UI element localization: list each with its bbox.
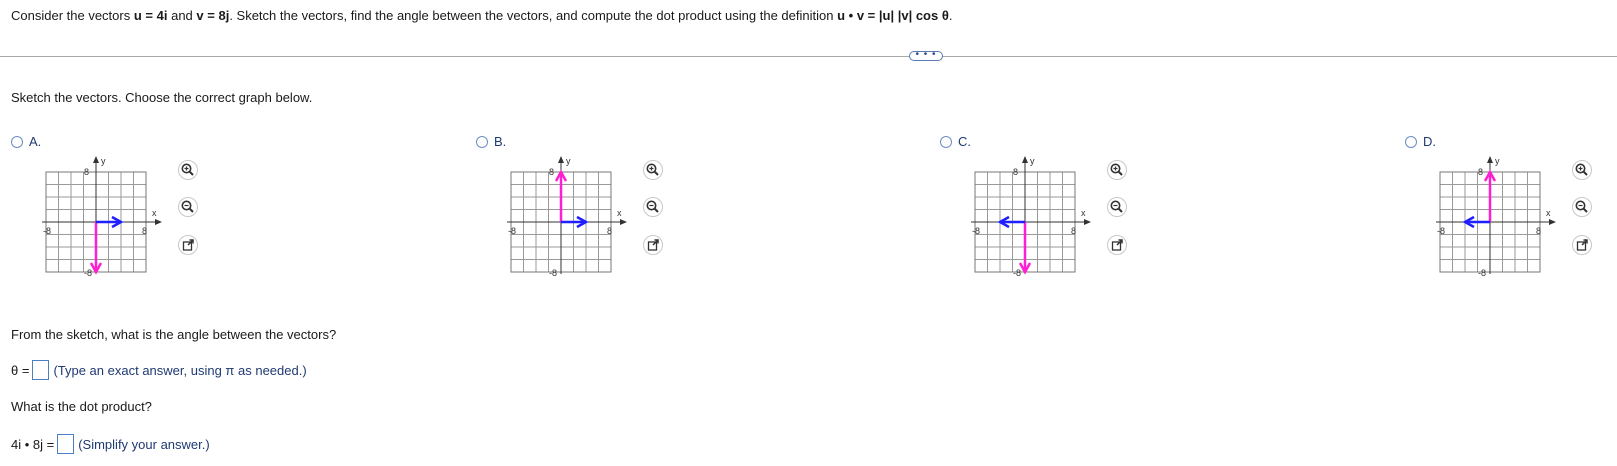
y-tick-neg: -8 xyxy=(549,268,557,278)
dot-answer-row: 4i • 8j = (Simplify your answer.) xyxy=(11,434,210,454)
y-tick-neg: -8 xyxy=(1478,268,1486,278)
y-axis-label: y xyxy=(101,156,106,166)
dot-input[interactable] xyxy=(57,434,75,454)
option-label[interactable]: D. xyxy=(1423,134,1436,149)
zoom-out-icon[interactable] xyxy=(643,197,663,217)
y-tick-pos: 8 xyxy=(549,167,554,177)
option-radio[interactable] xyxy=(476,136,488,148)
x-tick-pos: 8 xyxy=(607,226,612,236)
option-radio[interactable] xyxy=(1405,136,1417,148)
zoom-out-icon[interactable] xyxy=(178,197,198,217)
x-tick-pos: 8 xyxy=(1071,226,1076,236)
angle-question: From the sketch, what is the angle betwe… xyxy=(11,327,337,342)
x-axis-label: x xyxy=(1546,208,1551,218)
y-tick-neg: -8 xyxy=(1013,268,1021,278)
y-tick-pos: 8 xyxy=(1478,167,1483,177)
zoom-in-icon[interactable] xyxy=(1572,160,1592,180)
graph-axes xyxy=(1436,156,1556,274)
y-axis-label: y xyxy=(566,156,571,166)
dot-hint: (Simplify your answer.) xyxy=(78,436,210,452)
x-axis-label: x xyxy=(152,208,157,218)
dot-label: 4i • 8j = xyxy=(11,436,55,452)
theta-input[interactable] xyxy=(32,360,50,380)
question-text: Consider the vectors u = 4i and v = 8j. … xyxy=(11,8,953,23)
theta-answer-row: θ = (Type an exact answer, using π as ne… xyxy=(11,360,307,380)
x-axis-label: x xyxy=(1081,208,1086,218)
option-radio[interactable] xyxy=(940,136,952,148)
option-label[interactable]: C. xyxy=(958,134,971,149)
graph-prompt: Sketch the vectors. Choose the correct g… xyxy=(11,90,313,105)
y-tick-pos: 8 xyxy=(84,167,89,177)
y-tick-neg: -8 xyxy=(84,268,92,278)
y-axis-label: y xyxy=(1030,156,1035,166)
dot-question: What is the dot product? xyxy=(11,399,152,414)
zoom-in-icon[interactable] xyxy=(1107,160,1127,180)
zoom-out-icon[interactable] xyxy=(1572,197,1592,217)
vector-graph: yx8-88-8 xyxy=(971,156,1091,278)
dot-product-formula: u • v = |u| |v| cos θ xyxy=(837,8,949,23)
popout-icon[interactable] xyxy=(1107,235,1127,255)
x-tick-pos: 8 xyxy=(142,226,147,236)
popout-icon[interactable] xyxy=(1572,235,1592,255)
zoom-out-icon[interactable] xyxy=(1107,197,1127,217)
option-radio[interactable] xyxy=(11,136,23,148)
zoom-in-icon[interactable] xyxy=(643,160,663,180)
graph-axes xyxy=(42,156,162,274)
vector-graph: yx8-88-8 xyxy=(42,156,162,278)
vector-u: u = 4i xyxy=(133,8,168,23)
more-button[interactable]: • • • xyxy=(909,50,943,61)
x-axis-label: x xyxy=(617,208,622,218)
x-tick-pos: 8 xyxy=(1536,226,1541,236)
theta-hint: (Type an exact answer, using π as needed… xyxy=(53,362,307,378)
x-tick-neg: -8 xyxy=(972,226,980,236)
graph-axes xyxy=(507,156,627,274)
x-tick-neg: -8 xyxy=(43,226,51,236)
x-tick-neg: -8 xyxy=(508,226,516,236)
vector-graph: yx8-88-8 xyxy=(1436,156,1556,278)
theta-label: θ = xyxy=(11,362,30,378)
y-tick-pos: 8 xyxy=(1013,167,1018,177)
option-label[interactable]: A. xyxy=(29,134,41,149)
vector-graph: yx8-88-8 xyxy=(507,156,627,278)
option-label[interactable]: B. xyxy=(494,134,506,149)
popout-icon[interactable] xyxy=(178,235,198,255)
popout-icon[interactable] xyxy=(643,235,663,255)
divider xyxy=(0,56,1617,57)
graph-axes xyxy=(971,156,1091,274)
vector-v: v = 8j xyxy=(196,8,230,23)
x-tick-neg: -8 xyxy=(1437,226,1445,236)
y-axis-label: y xyxy=(1495,156,1500,166)
zoom-in-icon[interactable] xyxy=(178,160,198,180)
